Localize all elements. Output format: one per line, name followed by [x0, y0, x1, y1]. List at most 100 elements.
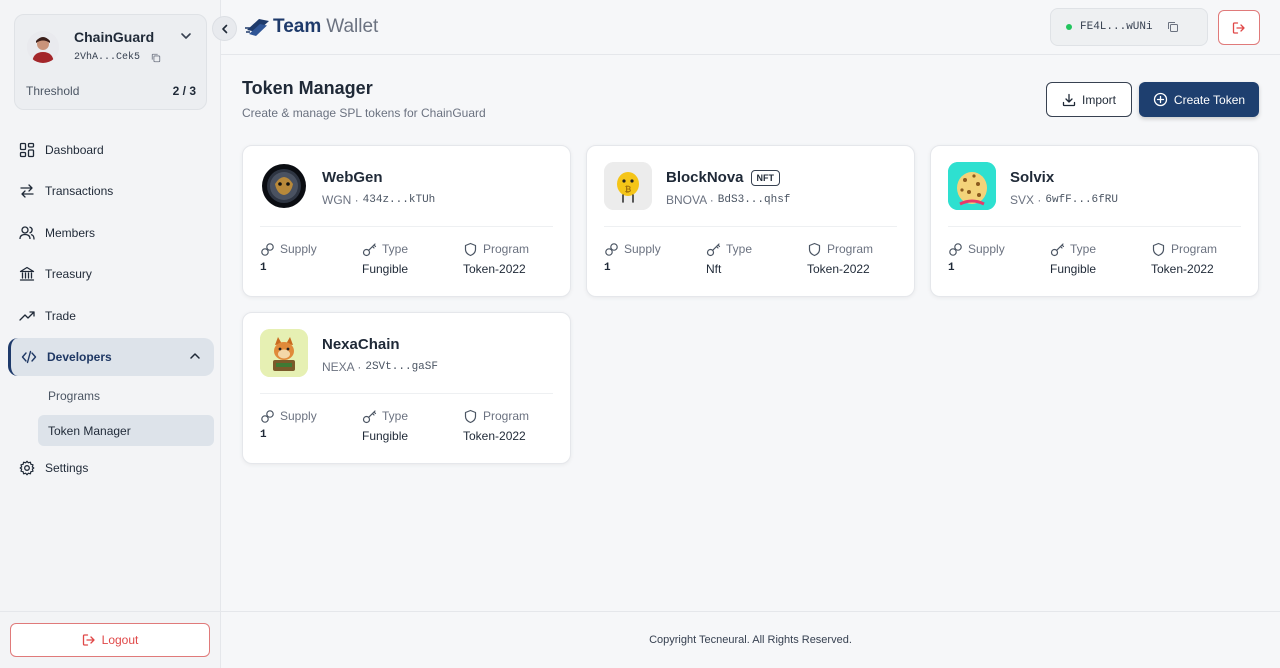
wallet-address: FE4L...wUNi: [1080, 21, 1153, 33]
type-value: Nft: [706, 262, 722, 276]
create-token-button[interactable]: Create Token: [1139, 82, 1259, 117]
import-label: Import: [1081, 92, 1116, 107]
import-button[interactable]: Import: [1046, 82, 1132, 117]
sidebar-item-label: Token Manager: [48, 423, 131, 438]
token-symbol: BNOVA ·: [666, 193, 714, 207]
sidebar-collapse-button[interactable]: [212, 16, 237, 41]
token-mint: BdS3...qhsf: [717, 194, 791, 206]
type-field: Type Fungible: [1050, 242, 1097, 276]
connected-status-dot: [1066, 24, 1072, 30]
supply-value: 1: [604, 262, 611, 274]
token-symbol-mint: BNOVA · BdS3...qhsf: [666, 193, 790, 207]
gear-icon: [18, 459, 36, 477]
chevron-up-icon: [190, 353, 200, 359]
token-symbol: NEXA ·: [322, 360, 362, 374]
chevron-left-icon: [221, 24, 227, 33]
copy-icon[interactable]: [1167, 21, 1179, 33]
key-icon: [706, 242, 721, 256]
nft-badge: NFT: [750, 169, 781, 186]
token-symbol-mint: WGN · 434z...kTUh: [322, 193, 435, 207]
token-card[interactable]: WebGen WGN · 434z...kTUh Supply 1 Type Fu…: [242, 145, 571, 297]
program-field: Program Token-2022: [463, 242, 530, 276]
sidebar-item-developers[interactable]: Developers: [8, 338, 214, 376]
program-field: Program Token-2022: [1151, 242, 1218, 276]
type-value: Fungible: [1050, 262, 1097, 276]
logout-label: Logout: [101, 633, 139, 647]
token-card[interactable]: Solvix SVX · 6wfF...6fRU Supply 1 Type Fu…: [930, 145, 1259, 297]
token-mint: 434z...kTUh: [362, 194, 436, 206]
sidebar-item-label: Programs: [48, 388, 101, 403]
users-icon: [18, 224, 36, 242]
sidebar-item-transactions[interactable]: Transactions: [8, 172, 214, 210]
sidebar-item-dashboard[interactable]: Dashboard: [8, 131, 214, 169]
sidebar-item-label: Developers: [47, 350, 112, 364]
connected-wallet-chip[interactable]: FE4L...wUNi: [1050, 8, 1208, 46]
create-token-label: Create Token: [1173, 92, 1246, 107]
token-card[interactable]: NexaChain NEXA · 2SVt...gaSF Supply 1 Typ…: [242, 312, 571, 464]
program-field: Program Token-2022: [463, 409, 530, 443]
supply-field: Supply 1: [948, 242, 1005, 274]
token-card[interactable]: ₿ BlockNova NFT BNOVA · BdS3...qhsf Supply…: [586, 145, 915, 297]
vault-switcher[interactable]: ChainGuard 2VhA...Cek5 Threshold 2 / 3: [14, 14, 207, 110]
shield-icon: [464, 409, 477, 423]
copy-icon[interactable]: [151, 53, 161, 63]
program-value: Token-2022: [463, 262, 526, 276]
logout-icon: [82, 634, 95, 646]
page-subtitle: Create & manage SPL tokens for ChainGuar…: [242, 106, 486, 120]
sidebar-subitem-token-manager[interactable]: Token Manager: [38, 415, 214, 446]
type-field: Type Fungible: [362, 242, 409, 276]
shield-icon: [1152, 242, 1165, 256]
key-icon: [1050, 242, 1065, 256]
dashboard-icon: [18, 141, 36, 159]
link-icon: [605, 242, 618, 256]
logout-icon: [1232, 21, 1245, 34]
card-divider: [260, 393, 553, 394]
key-icon: [362, 242, 377, 256]
token-symbol: WGN ·: [322, 193, 359, 207]
sidebar-item-label: Treasury: [45, 267, 92, 281]
sidebar-item-trade[interactable]: Trade: [8, 297, 214, 335]
token-logo: [260, 329, 308, 377]
sidebar: ChainGuard 2VhA...Cek5 Threshold 2 / 3 D…: [0, 0, 221, 668]
shield-icon: [808, 242, 821, 256]
supply-field: Supply 1: [260, 242, 317, 274]
wallet-logo-icon: [245, 19, 269, 36]
sidebar-item-treasury[interactable]: Treasury: [8, 255, 214, 293]
chevron-down-icon[interactable]: [178, 28, 194, 44]
supply-field: Supply 1: [260, 409, 317, 441]
sidebar-item-members[interactable]: Members: [8, 214, 214, 252]
type-value: Fungible: [362, 262, 409, 276]
logo-wallet-text: Wallet: [326, 16, 379, 37]
bank-icon: [18, 265, 36, 283]
logout-button[interactable]: Logout: [10, 623, 210, 657]
type-value: Fungible: [362, 429, 409, 443]
program-value: Token-2022: [1151, 262, 1214, 276]
sidebar-item-label: Members: [45, 226, 96, 240]
threshold-value: 2 / 3: [172, 84, 196, 98]
sidebar-item-label: Dashboard: [45, 143, 104, 157]
sidebar-item-label: Settings: [45, 461, 89, 475]
footer: Copyright Tecneural. All Rights Reserved…: [221, 611, 1280, 668]
transfer-icon: [18, 182, 36, 200]
shield-icon: [464, 242, 477, 256]
token-logo: [948, 162, 996, 210]
vault-address: 2VhA...Cek5: [74, 52, 141, 63]
token-logo: [260, 162, 308, 210]
card-divider: [948, 226, 1241, 227]
token-name: BlockNova NFT: [666, 169, 781, 186]
token-name: NexaChain: [322, 336, 400, 353]
key-icon: [362, 409, 377, 423]
card-divider: [604, 226, 897, 227]
program-value: Token-2022: [463, 429, 526, 443]
disconnect-button[interactable]: [1218, 10, 1260, 45]
sidebar-item-settings[interactable]: Settings: [8, 449, 214, 487]
copyright-text: Copyright Tecneural. All Rights Reserved…: [649, 634, 852, 646]
sidebar-subitem-programs[interactable]: Programs: [38, 380, 214, 411]
token-symbol-mint: SVX · 6wfF...6fRU: [1010, 193, 1118, 207]
token-name: WebGen: [322, 169, 383, 186]
app-logo: Team Wallet: [245, 16, 378, 38]
vault-name: ChainGuard: [74, 29, 155, 45]
token-symbol: SVX ·: [1010, 193, 1042, 207]
plus-circle-icon: [1153, 92, 1168, 107]
svg-text:₿: ₿: [625, 185, 632, 194]
